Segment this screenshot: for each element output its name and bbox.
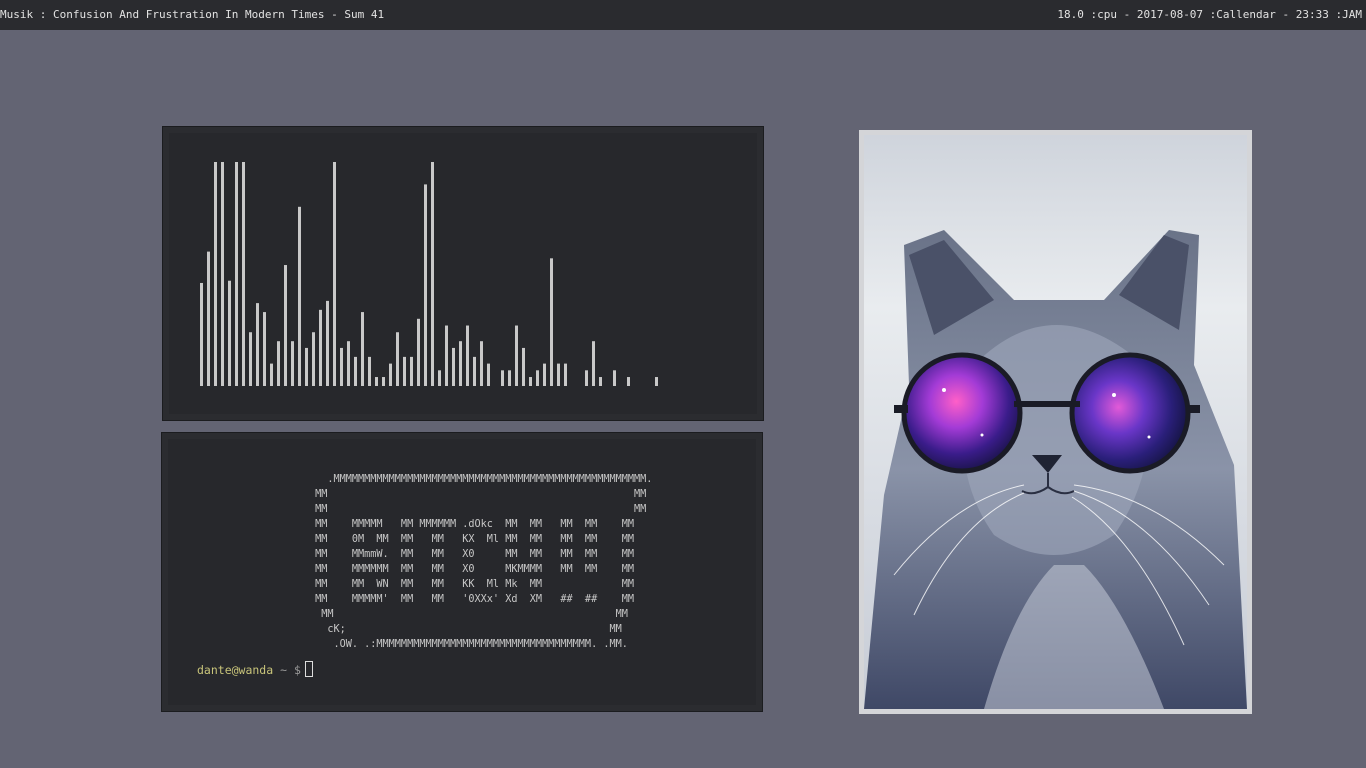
terminal-window[interactable]: .MMMMMMMMMMMMMMMMMMMMMMMMMMMMMMMMMMMMMMM… <box>161 432 763 712</box>
spectrum-bar <box>389 363 392 386</box>
spectrum-bar <box>319 309 322 386</box>
text-cursor <box>304 661 313 677</box>
prompt-symbol: $ <box>293 663 301 677</box>
spectrum-bar <box>361 312 364 386</box>
terminal-content: .MMMMMMMMMMMMMMMMMMMMMMMMMMMMMMMMMMMMMMM… <box>168 439 756 705</box>
spectrum-bar <box>557 363 560 386</box>
ascii-art-logo: .MMMMMMMMMMMMMMMMMMMMMMMMMMMMMMMMMMMMMMM… <box>315 474 653 650</box>
spectrum-bar <box>466 325 469 386</box>
spectrum-bar <box>613 370 616 386</box>
visualizer-canvas <box>169 133 757 414</box>
shell-prompt[interactable]: dante@wanda ~ $ <box>197 661 313 678</box>
audio-visualizer-window[interactable] <box>162 126 764 421</box>
spectrum-bar <box>207 251 210 386</box>
spectrum-bar <box>550 258 553 386</box>
wallpaper-frame <box>859 130 1252 714</box>
spectrum-bar <box>445 325 448 386</box>
spectrum-bar <box>200 282 203 386</box>
spectrum-bar <box>354 356 357 386</box>
spectrum-bar <box>235 162 238 386</box>
spectrum-bar <box>452 347 455 386</box>
spectrum-bar <box>585 370 588 386</box>
spectrum-bar <box>221 162 224 386</box>
spectrum-bar <box>340 347 343 386</box>
spectrum-bar <box>228 280 231 386</box>
spectrum-bar <box>592 341 595 386</box>
spectrum-bar <box>431 162 434 386</box>
spectrum-bar <box>284 265 287 386</box>
spectrum-bar <box>368 356 371 386</box>
spectrum-bar <box>347 341 350 386</box>
spectrum-bar <box>326 300 329 386</box>
spectrum-bar <box>263 312 266 386</box>
spectrum-bar <box>438 370 441 386</box>
spectrum-bar <box>424 184 427 386</box>
spectrum-bar <box>382 377 385 386</box>
spectrum-bar <box>256 303 259 386</box>
spectrum-bar <box>564 363 567 386</box>
spectrum-bar <box>522 347 525 386</box>
spectrum-bar <box>277 341 280 386</box>
spectrum-bar <box>410 356 413 386</box>
spectrum-bar <box>375 377 378 386</box>
spectrum-bar <box>655 377 658 386</box>
spectrum-bar <box>515 325 518 386</box>
spectrum-bar <box>417 318 420 386</box>
spectrum-bar <box>396 332 399 386</box>
spectrum-bar <box>333 162 336 386</box>
spectrum-bar <box>473 356 476 386</box>
spectrum-bar <box>487 363 490 386</box>
spectrum-bar <box>508 370 511 386</box>
cat-wallpaper-image <box>864 135 1247 709</box>
spectrum-bar <box>214 162 217 386</box>
now-playing-text: Musik : Confusion And Frustration In Mod… <box>0 8 385 21</box>
spectrum-bar <box>529 377 532 386</box>
spectrum-bar <box>298 206 301 386</box>
spectrum-bar <box>305 347 308 386</box>
spectrum-bars <box>200 162 658 386</box>
spectrum-bar <box>242 162 245 386</box>
spectrum-bar <box>459 341 462 386</box>
spectrum-bar <box>249 332 252 386</box>
spectrum-bar <box>543 363 546 386</box>
spectrum-bar <box>501 370 504 386</box>
system-status-text: 18.0 :cpu - 2017-08-07 :Callendar - 23:3… <box>1057 8 1362 21</box>
spectrum-bar <box>291 341 294 386</box>
prompt-path: ~ <box>280 663 288 677</box>
spectrum-bar <box>312 332 315 386</box>
spectrum-bar <box>536 370 539 386</box>
cat-illustration <box>864 230 1247 709</box>
spectrum-bar <box>599 377 602 386</box>
spectrum-bar <box>627 377 630 386</box>
top-status-bar: Musik : Confusion And Frustration In Mod… <box>0 0 1366 30</box>
spectrum-bar <box>270 363 273 386</box>
spectrum-bar <box>403 356 406 386</box>
prompt-user-host: dante@wanda <box>197 663 274 677</box>
spectrum-bar <box>480 341 483 386</box>
